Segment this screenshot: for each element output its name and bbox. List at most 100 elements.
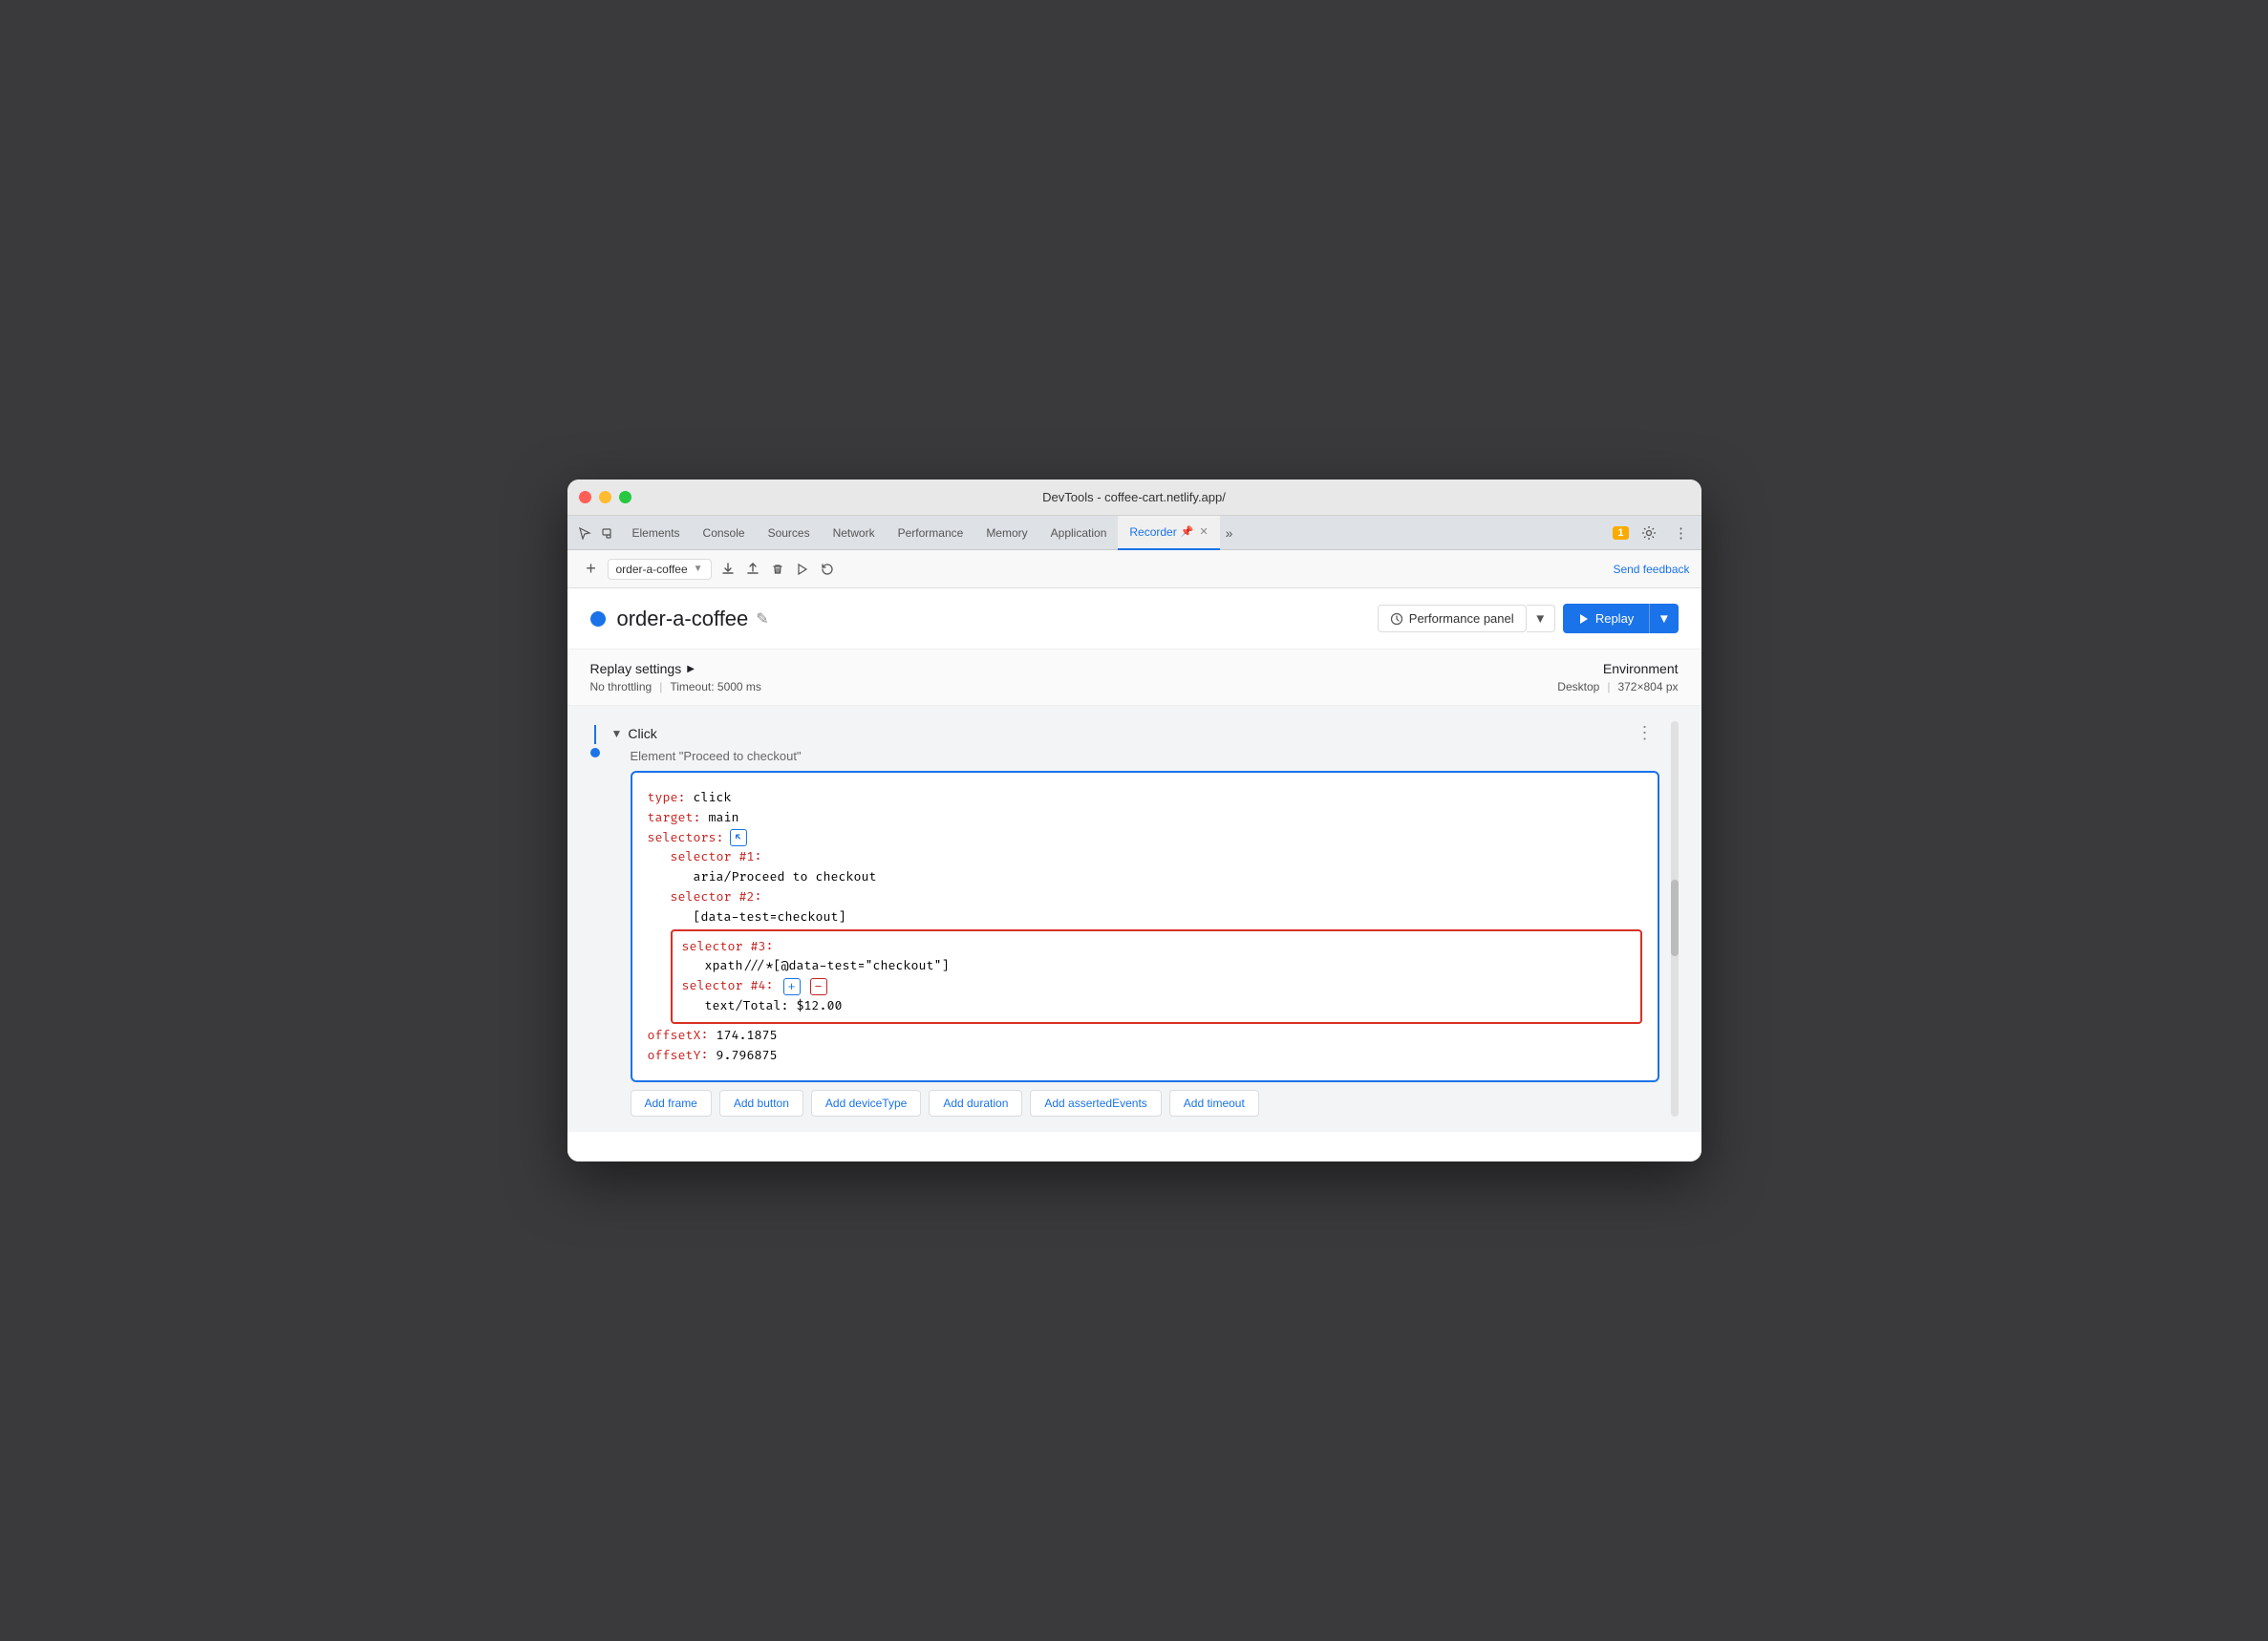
replay-recording-button[interactable] — [815, 557, 840, 582]
code-selector1-group: selector #1: aria/Proceed to checkout — [648, 847, 1642, 887]
scrollbar-thumb[interactable] — [1671, 880, 1679, 956]
code-type-val: click — [694, 790, 732, 805]
recording-header: order-a-coffee ✎ Performance panel ▼ Rep… — [567, 588, 1701, 650]
add-timeout-button[interactable]: Add timeout — [1169, 1090, 1259, 1117]
recording-status-dot — [590, 611, 606, 627]
tab-recorder[interactable]: Recorder 📌 ✕ — [1118, 516, 1219, 550]
add-duration-button[interactable]: Add duration — [929, 1090, 1022, 1117]
code-offsetX-row: offsetX: 174.1875 — [648, 1026, 1642, 1046]
chevron-down-icon: ▼ — [694, 564, 703, 574]
tab-network[interactable]: Network — [822, 516, 887, 550]
step-container: ▼ Click ⋮ Element "Proceed to checkout" … — [567, 721, 1701, 1117]
play-recording-button[interactable] — [790, 557, 815, 582]
code-offsetY-val: 9.796875 — [717, 1048, 778, 1063]
code-sel2-value: [data-test=checkout] — [694, 909, 846, 925]
settings-icon[interactable] — [1637, 521, 1661, 545]
tab-recorder-close[interactable]: ✕ — [1199, 525, 1208, 538]
notifications-badge[interactable]: 1 — [1613, 526, 1628, 540]
code-sel4-key: selector #4: — [682, 976, 774, 996]
code-type-row: type: click — [648, 788, 1642, 808]
tab-elements[interactable]: Elements — [621, 516, 692, 550]
selector-remove-button[interactable]: − — [810, 978, 827, 995]
cursor-icon[interactable] — [575, 523, 594, 543]
edit-recording-name-icon[interactable]: ✎ — [756, 609, 768, 629]
import-recording-button[interactable] — [740, 557, 765, 582]
recording-name-display: order-a-coffee — [617, 607, 749, 631]
tab-performance[interactable]: Performance — [887, 516, 975, 550]
step-collapse-icon[interactable]: ▼ — [611, 727, 623, 740]
step-type-label: Click — [628, 726, 656, 741]
replay-settings-info: No throttling | Timeout: 5000 ms — [590, 680, 761, 693]
replay-button[interactable]: Replay — [1563, 604, 1649, 633]
delete-recording-button[interactable] — [765, 557, 790, 582]
export-recording-button[interactable] — [716, 557, 740, 582]
replay-dropdown-button[interactable]: ▼ — [1649, 604, 1678, 633]
perf-panel-label: Performance panel — [1409, 611, 1514, 626]
settings-divider: | — [659, 680, 662, 693]
step-more-button[interactable]: ⋮ — [1631, 721, 1659, 745]
action-buttons: Add frame Add button Add deviceType Add … — [631, 1090, 1659, 1117]
tab-console[interactable]: Console — [692, 516, 757, 550]
code-sel3-value-row: xpath///*[@data-test="checkout"] — [682, 956, 1631, 976]
add-frame-button[interactable]: Add frame — [631, 1090, 712, 1117]
add-recording-button[interactable]: + — [579, 557, 604, 582]
window-title: DevTools - coffee-cart.netlify.app/ — [1042, 490, 1226, 504]
device-icon[interactable] — [598, 523, 617, 543]
add-button-button[interactable]: Add button — [719, 1090, 803, 1117]
code-selector4-group: selector #4: + − — [682, 976, 1631, 996]
replay-settings-bar: Replay settings ▶ No throttling | Timeou… — [567, 650, 1701, 706]
code-highlighted-box: selector #3: xpath///*[@data-test="check… — [671, 929, 1642, 1024]
selector-add-button[interactable]: + — [783, 978, 801, 995]
code-offsetY-key: offsetY: — [648, 1048, 709, 1063]
maximize-button[interactable] — [619, 491, 631, 503]
step-header: ▼ Click ⋮ — [611, 721, 1659, 745]
step-content: ▼ Click ⋮ Element "Proceed to checkout" … — [611, 721, 1659, 1117]
replay-settings-title[interactable]: Replay settings ▶ — [590, 661, 761, 676]
code-target-key: target: — [648, 810, 701, 825]
titlebar: DevTools - coffee-cart.netlify.app/ — [567, 480, 1701, 516]
send-feedback-link[interactable]: Send feedback — [1613, 563, 1689, 576]
replay-settings-right: Environment Desktop | 372×804 px — [1557, 661, 1678, 693]
code-sel4-value-row: text/Total: $12.00 — [682, 996, 1631, 1016]
recording-name-select[interactable]: order-a-coffee ▼ — [608, 559, 712, 580]
code-target-val: main — [709, 810, 739, 825]
steps-area: ▼ Click ⋮ Element "Proceed to checkout" … — [567, 706, 1701, 1132]
minimize-button[interactable] — [599, 491, 611, 503]
code-sel1-value-row: aria/Proceed to checkout — [671, 867, 1642, 887]
tab-recorder-label: Recorder — [1129, 525, 1176, 539]
replay-settings-expand-icon: ▶ — [687, 664, 695, 674]
code-sel3-key: selector #3: — [682, 939, 774, 954]
env-divider: | — [1607, 680, 1610, 693]
tab-memory[interactable]: Memory — [974, 516, 1038, 550]
code-type-key: type: — [648, 790, 686, 805]
more-tabs-button[interactable]: » — [1220, 525, 1239, 541]
more-options-icon[interactable]: ⋮ — [1669, 521, 1694, 545]
tab-sources[interactable]: Sources — [757, 516, 822, 550]
scrollbar-track[interactable] — [1671, 721, 1679, 1117]
code-target-row: target: main — [648, 808, 1642, 828]
devtools-tabs: Elements Console Sources Network Perform… — [621, 516, 1614, 550]
code-sel4-value: text/Total: $12.00 — [705, 998, 843, 1013]
close-button[interactable] — [579, 491, 591, 503]
add-assertedevents-button[interactable]: Add assertedEvents — [1030, 1090, 1161, 1117]
perf-panel-dropdown-button[interactable]: ▼ — [1527, 605, 1555, 632]
code-selectors-row: selectors: ↖ — [648, 828, 1642, 848]
step-line-top — [594, 725, 596, 744]
code-block: type: click target: main selectors: ↖ — [631, 771, 1659, 1082]
step-dot — [590, 748, 600, 757]
code-offsetX-key: offsetX: — [648, 1028, 709, 1043]
code-selector2-group: selector #2: [data-test=checkout] — [648, 887, 1642, 927]
environment-title: Environment — [1603, 661, 1679, 676]
code-sel2-key: selector #2: — [671, 889, 762, 905]
tab-application[interactable]: Application — [1039, 516, 1119, 550]
perf-panel-btn-group: Performance panel ▼ — [1378, 605, 1555, 632]
recorder-toolbar: + order-a-coffee ▼ Send feedback — [567, 550, 1701, 588]
code-offsetY-row: offsetY: 9.796875 — [648, 1046, 1642, 1066]
code-sel1-key: selector #1: — [671, 849, 762, 864]
scrollbar-area — [1671, 721, 1679, 1117]
replay-settings-left: Replay settings ▶ No throttling | Timeou… — [590, 661, 761, 693]
add-devicetype-button[interactable]: Add deviceType — [811, 1090, 921, 1117]
code-sel1-value: aria/Proceed to checkout — [694, 869, 877, 884]
performance-panel-button[interactable]: Performance panel — [1378, 605, 1527, 632]
replay-btn-group: Replay ▼ — [1563, 604, 1679, 633]
